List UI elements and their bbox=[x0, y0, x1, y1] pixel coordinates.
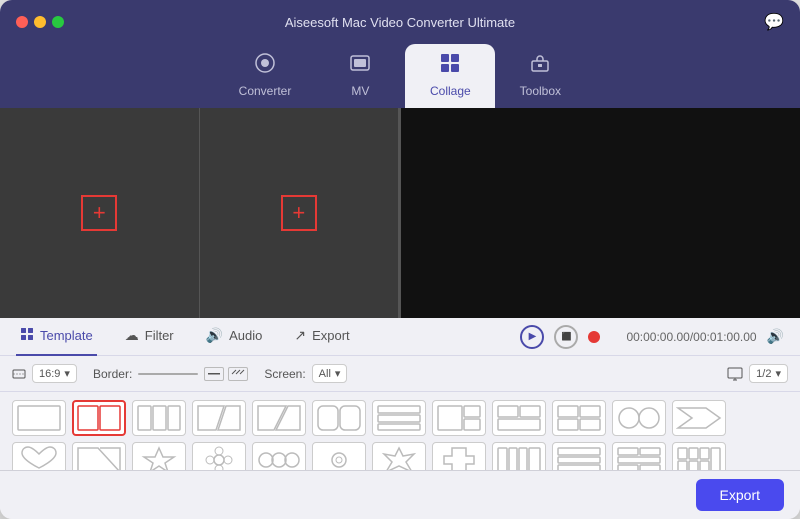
preview-output-panel bbox=[400, 108, 800, 318]
add-media-button-2[interactable]: + bbox=[281, 195, 317, 231]
border-solid-icon[interactable] bbox=[204, 367, 224, 381]
border-line bbox=[138, 373, 198, 375]
tab-mv-label: MV bbox=[351, 84, 369, 98]
tab-toolbox[interactable]: Toolbox bbox=[495, 44, 585, 108]
resolution-chevron: ▾ bbox=[775, 367, 781, 380]
border-style-icons bbox=[204, 367, 248, 381]
aspect-ratio-group: 16:9 ▾ bbox=[12, 364, 77, 383]
template-complex-split[interactable] bbox=[612, 442, 666, 470]
template-circle-duo[interactable] bbox=[612, 400, 666, 436]
toolbar-tab-template[interactable]: Template bbox=[16, 318, 97, 356]
export-button[interactable]: Export bbox=[696, 479, 784, 511]
record-indicator bbox=[588, 331, 600, 343]
toolbox-icon bbox=[529, 52, 551, 80]
template-flower[interactable] bbox=[192, 442, 246, 470]
template-two-top[interactable] bbox=[492, 400, 546, 436]
main-window: Aiseesoft Mac Video Converter Ultimate 💬… bbox=[0, 0, 800, 519]
tab-converter-label: Converter bbox=[239, 84, 292, 98]
preview-panel-2[interactable]: + bbox=[200, 108, 399, 318]
time-display: 00:00:00.00/00:01:00.00 bbox=[626, 330, 756, 344]
minimize-button[interactable] bbox=[34, 16, 46, 28]
template-gear[interactable] bbox=[312, 442, 366, 470]
template-single[interactable] bbox=[12, 400, 66, 436]
template-two-split[interactable] bbox=[72, 400, 126, 436]
play-button[interactable]: ▶ bbox=[520, 325, 544, 349]
close-button[interactable] bbox=[16, 16, 28, 28]
template-trapezoid-l[interactable] bbox=[192, 400, 246, 436]
template-asterisk[interactable] bbox=[372, 442, 426, 470]
border-group: Border: bbox=[93, 367, 248, 381]
monitor-icon bbox=[727, 367, 743, 381]
aspect-ratio-value: 16:9 bbox=[39, 368, 60, 380]
border-label: Border: bbox=[93, 367, 132, 381]
toolbar-tab-template-label: Template bbox=[40, 328, 93, 343]
tab-toolbox-label: Toolbox bbox=[520, 84, 561, 98]
screen-value: All bbox=[319, 368, 331, 380]
aspect-ratio-select[interactable]: 16:9 ▾ bbox=[32, 364, 77, 383]
volume-icon[interactable]: 🔊 bbox=[767, 328, 784, 345]
tab-converter[interactable]: Converter bbox=[215, 44, 316, 108]
export-tab-icon: ↗ bbox=[294, 327, 306, 344]
tab-mv[interactable]: MV bbox=[315, 44, 405, 108]
resolution-select[interactable]: 1/2 ▾ bbox=[749, 364, 788, 383]
template-vertical-three[interactable] bbox=[372, 400, 426, 436]
templates-area bbox=[0, 392, 800, 470]
template-rounded[interactable] bbox=[312, 400, 366, 436]
resolution-group: 1/2 ▾ bbox=[727, 364, 788, 383]
toolbar-tab-export-label: Export bbox=[312, 328, 350, 343]
window-title: Aiseesoft Mac Video Converter Ultimate bbox=[285, 15, 515, 30]
preview-right bbox=[400, 108, 800, 318]
preview-panel-1[interactable]: + bbox=[0, 108, 200, 318]
tab-collage-label: Collage bbox=[430, 84, 471, 98]
template-cross[interactable] bbox=[432, 442, 486, 470]
template-diagonal-duo[interactable] bbox=[72, 442, 126, 470]
template-three-rows[interactable] bbox=[552, 442, 606, 470]
template-mosaic[interactable] bbox=[672, 442, 726, 470]
toolbar-tab-filter-label: Filter bbox=[145, 328, 174, 343]
aspect-ratio-chevron: ▾ bbox=[64, 367, 70, 380]
toolbar-tab-filter[interactable]: ☁ Filter bbox=[121, 318, 178, 356]
template-icon bbox=[20, 327, 34, 344]
aspect-ratio-icon bbox=[12, 367, 26, 381]
converter-icon bbox=[254, 52, 276, 80]
audio-icon: 🔊 bbox=[206, 327, 223, 344]
template-three-h[interactable] bbox=[132, 400, 186, 436]
screen-select[interactable]: All ▾ bbox=[312, 364, 348, 383]
chat-icon[interactable]: 💬 bbox=[764, 12, 784, 32]
screen-chevron: ▾ bbox=[335, 367, 341, 380]
toolbar-tab-audio-label: Audio bbox=[229, 328, 262, 343]
export-bar: Export bbox=[0, 470, 800, 519]
maximize-button[interactable] bbox=[52, 16, 64, 28]
add-media-button-1[interactable]: + bbox=[81, 195, 117, 231]
template-star[interactable] bbox=[132, 442, 186, 470]
filter-icon: ☁ bbox=[125, 327, 139, 344]
template-big-left[interactable] bbox=[432, 400, 486, 436]
border-pattern-icon[interactable] bbox=[228, 367, 248, 381]
traffic-lights bbox=[16, 16, 64, 28]
options-bar: 16:9 ▾ Border: Screen: bbox=[0, 356, 800, 392]
preview-area: + + bbox=[0, 108, 800, 318]
screen-label: Screen: bbox=[264, 367, 305, 381]
preview-left: + + bbox=[0, 108, 400, 318]
template-four-grid[interactable] bbox=[552, 400, 606, 436]
template-heart[interactable] bbox=[12, 442, 66, 470]
template-row-1 bbox=[12, 400, 788, 436]
resolution-value: 1/2 bbox=[756, 368, 771, 380]
toolbar-tabs: Template ☁ Filter 🔊 Audio ↗ Export ▶ ⬛ 0… bbox=[0, 318, 800, 356]
template-diagonal[interactable] bbox=[252, 400, 306, 436]
template-circles-trio[interactable] bbox=[252, 442, 306, 470]
template-row-2 bbox=[12, 442, 788, 470]
mv-icon bbox=[349, 52, 371, 80]
tabbar: Converter MV Collage bbox=[0, 44, 800, 108]
toolbar-tab-audio[interactable]: 🔊 Audio bbox=[202, 318, 267, 356]
titlebar: Aiseesoft Mac Video Converter Ultimate 💬 bbox=[0, 0, 800, 44]
template-arrow[interactable] bbox=[672, 400, 726, 436]
tab-collage[interactable]: Collage bbox=[405, 44, 495, 108]
template-vertical-bars[interactable] bbox=[492, 442, 546, 470]
stop-button[interactable]: ⬛ bbox=[554, 325, 578, 349]
toolbar-tab-export[interactable]: ↗ Export bbox=[290, 318, 353, 356]
screen-group: Screen: All ▾ bbox=[264, 364, 347, 383]
collage-icon bbox=[439, 52, 461, 80]
